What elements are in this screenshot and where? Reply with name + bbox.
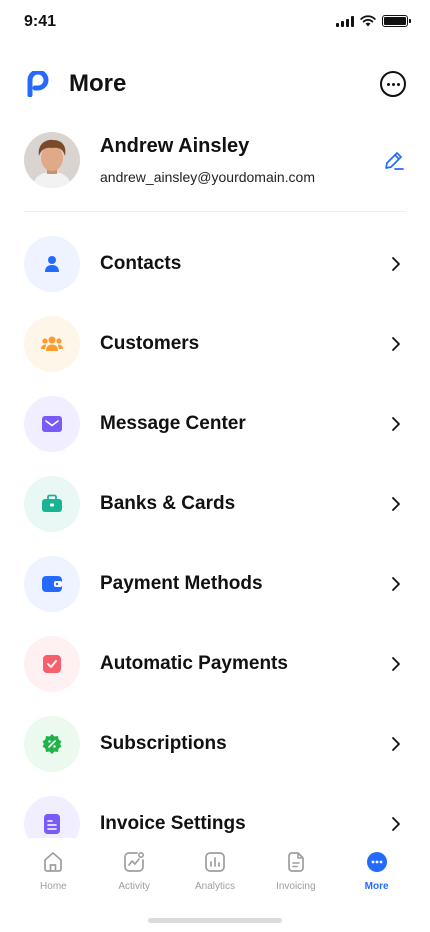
menu-item-message-center[interactable]: Message Center [24,396,406,452]
profile-card[interactable]: Andrew Ainsley andrew_ainsley@yourdomain… [24,131,406,189]
people-icon [24,316,80,372]
briefcase-icon [24,476,80,532]
status-icons [336,15,411,27]
menu-item-label: Automatic Payments [100,653,288,674]
chevron-right-icon [386,414,406,434]
discount-badge-icon [24,716,80,772]
menu-item-label: Banks & Cards [100,493,236,514]
status-time: 9:41 [24,13,57,30]
menu-item-label: Contacts [100,253,182,274]
tab-label: Invoicing [276,881,316,892]
menu-item-label: Payment Methods [100,573,263,594]
tab-home[interactable]: Home [15,850,92,892]
person-icon [24,236,80,292]
pencil-icon [385,152,404,170]
tab-invoicing[interactable]: Invoicing [257,850,334,892]
wifi-icon [360,15,376,27]
bottom-tab-bar: Home Activity Analytics Invoicing More [0,838,430,932]
battery-icon [382,15,411,27]
chevron-right-icon [386,654,406,674]
mail-icon [24,396,80,452]
chevron-right-icon [386,254,406,274]
menu-item-banks-cards[interactable]: Banks & Cards [24,476,406,532]
tab-activity[interactable]: Activity [96,850,173,892]
menu-item-label: Subscriptions [100,733,227,754]
chevron-right-icon [386,494,406,514]
signal-icon [336,15,354,27]
menu-item-contacts[interactable]: Contacts [24,236,406,292]
chevron-right-icon [386,814,406,834]
chevron-right-icon [386,574,406,594]
page-title: More [69,70,127,97]
activity-icon [122,850,146,874]
menu-item-label: Customers [100,333,200,354]
menu-item-label: Message Center [100,413,246,434]
menu-list: Contacts Customers Message Center Banks … [24,236,406,876]
invoice-icon [284,850,308,874]
status-bar: 9:41 [0,0,430,44]
app-logo-icon [24,70,52,98]
edit-profile-button[interactable] [382,148,406,172]
menu-item-payment-methods[interactable]: Payment Methods [24,556,406,612]
menu-item-automatic-payments[interactable]: Automatic Payments [24,636,406,692]
tab-label: Analytics [194,881,235,892]
checkbox-icon [24,636,80,692]
profile-name: Andrew Ainsley [100,135,250,157]
tab-label: Home [40,881,67,892]
menu-item-customers[interactable]: Customers [24,316,406,372]
wallet-icon [24,556,80,612]
home-icon [41,850,65,874]
avatar [24,132,80,188]
chevron-right-icon [386,734,406,754]
chevron-right-icon [386,334,406,354]
menu-item-label: Invoice Settings [100,813,246,834]
profile-email: andrew_ainsley@yourdomain.com [100,169,315,185]
more-options-button[interactable] [380,71,406,97]
more-icon [365,850,389,874]
header: More [24,64,406,104]
divider [24,211,406,212]
menu-item-subscriptions[interactable]: Subscriptions [24,716,406,772]
tab-label: Activity [118,881,151,892]
tab-more[interactable]: More [338,850,415,892]
tab-analytics[interactable]: Analytics [176,850,253,892]
tab-label: More [364,881,389,892]
home-indicator [148,918,282,923]
analytics-icon [203,850,227,874]
